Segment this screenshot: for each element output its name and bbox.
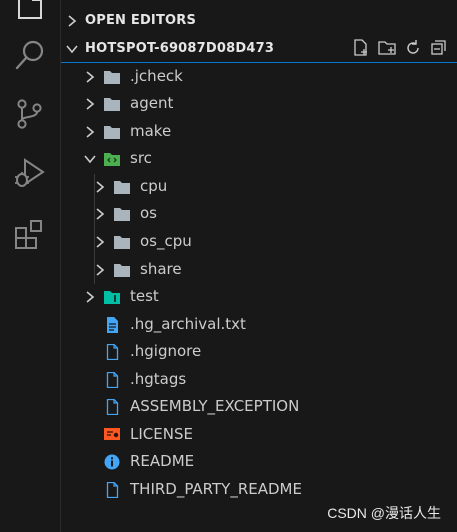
chevron-right-icon (96, 181, 105, 193)
chevron-right-icon (96, 236, 105, 248)
tree-item-hgignore[interactable]: .hgignore (61, 339, 457, 366)
text-file-icon (107, 317, 118, 333)
tree-item-readme[interactable]: README (61, 449, 457, 476)
tree-item-label: LICENSE (130, 425, 193, 443)
tree-item-third-party-readme[interactable]: THIRD_PARTY_README (61, 477, 457, 504)
info-icon (104, 454, 120, 470)
tree-item-label: make (130, 122, 172, 140)
license-icon (104, 428, 120, 440)
chevron-right-icon (96, 264, 105, 276)
chevron-down-icon (84, 155, 96, 164)
folder-icon (114, 264, 130, 277)
tree-item-label: cpu (140, 177, 168, 195)
tree-item-label: .hgtags (130, 370, 187, 388)
chevron-right-icon (86, 126, 95, 138)
open-editors-title: OPEN EDITORS (85, 13, 197, 28)
test-folder-icon (104, 291, 120, 304)
tree-item-cpu[interactable]: cpu (61, 174, 457, 201)
tree-item-make[interactable]: make (61, 119, 457, 146)
new-file-icon[interactable] (351, 38, 371, 58)
file-icon (106, 372, 119, 388)
activity-bar (0, 0, 61, 532)
source-control-icon[interactable] (13, 97, 47, 131)
tree-item-agent[interactable]: agent (61, 91, 457, 118)
tree-item-label: os (140, 204, 157, 222)
tree-item-share[interactable]: share (61, 257, 457, 284)
run-debug-icon[interactable] (13, 157, 47, 191)
new-folder-icon[interactable] (377, 38, 397, 58)
chevron-right-icon (86, 71, 95, 83)
tree-item-label: THIRD_PARTY_README (130, 480, 302, 498)
tree-item-label: test (130, 287, 159, 305)
tree-item-label: agent (130, 94, 174, 112)
tree-item-license[interactable]: LICENSE (61, 422, 457, 449)
search-icon[interactable] (13, 38, 47, 72)
chevron-right-icon (68, 15, 77, 27)
tree-item-label: os_cpu (140, 232, 192, 250)
chevron-right-icon (86, 291, 95, 303)
tree-item-label: .hgignore (130, 342, 202, 360)
folder-icon (104, 98, 120, 111)
tree-item-os-cpu[interactable]: os_cpu (61, 229, 457, 256)
folder-icon (114, 208, 130, 221)
explorer-icon[interactable] (13, 0, 47, 22)
file-icon (106, 399, 119, 415)
src-folder-open-icon (104, 153, 120, 166)
chevron-right-icon (86, 98, 95, 110)
tree-item-jcheck[interactable]: .jcheck (61, 64, 457, 91)
chevron-down-icon (66, 45, 78, 54)
tree-item-label: README (130, 452, 195, 470)
tree-item-label: .hg_archival.txt (130, 315, 246, 333)
extensions-icon[interactable] (13, 218, 47, 252)
open-editors-header[interactable]: OPEN EDITORS (61, 8, 457, 34)
explorer-sidebar: OPEN EDITORS HOTSPOT-69087D08D473 .jchec… (61, 0, 457, 532)
tree-item-label: .jcheck (130, 67, 183, 85)
file-icon (106, 482, 119, 498)
tree-item-hgtags[interactable]: .hgtags (61, 367, 457, 394)
tree-item-src[interactable]: src (61, 146, 457, 173)
explorer-toolbar (351, 38, 449, 60)
project-header[interactable]: HOTSPOT-69087D08D473 (61, 36, 457, 62)
folder-icon (104, 71, 120, 84)
tree-item-label: ASSEMBLY_EXCEPTION (130, 397, 300, 415)
tree-item-label: share (140, 260, 182, 278)
collapse-all-icon[interactable] (429, 38, 449, 58)
folder-icon (104, 126, 120, 139)
tree-item-assembly-exception[interactable]: ASSEMBLY_EXCEPTION (61, 394, 457, 421)
watermark: CSDN @漫话人生 (327, 505, 441, 521)
tree-item-hg-archival[interactable]: .hg_archival.txt (61, 312, 457, 339)
folder-icon (114, 181, 130, 194)
focus-rule (61, 62, 457, 63)
project-title: HOTSPOT-69087D08D473 (85, 41, 275, 56)
folder-icon (114, 236, 130, 249)
tree-item-test[interactable]: test (61, 284, 457, 311)
tree-item-label: src (130, 149, 152, 167)
file-icon (106, 344, 119, 360)
refresh-icon[interactable] (403, 38, 423, 58)
tree-item-os[interactable]: os (61, 201, 457, 228)
chevron-right-icon (96, 208, 105, 220)
